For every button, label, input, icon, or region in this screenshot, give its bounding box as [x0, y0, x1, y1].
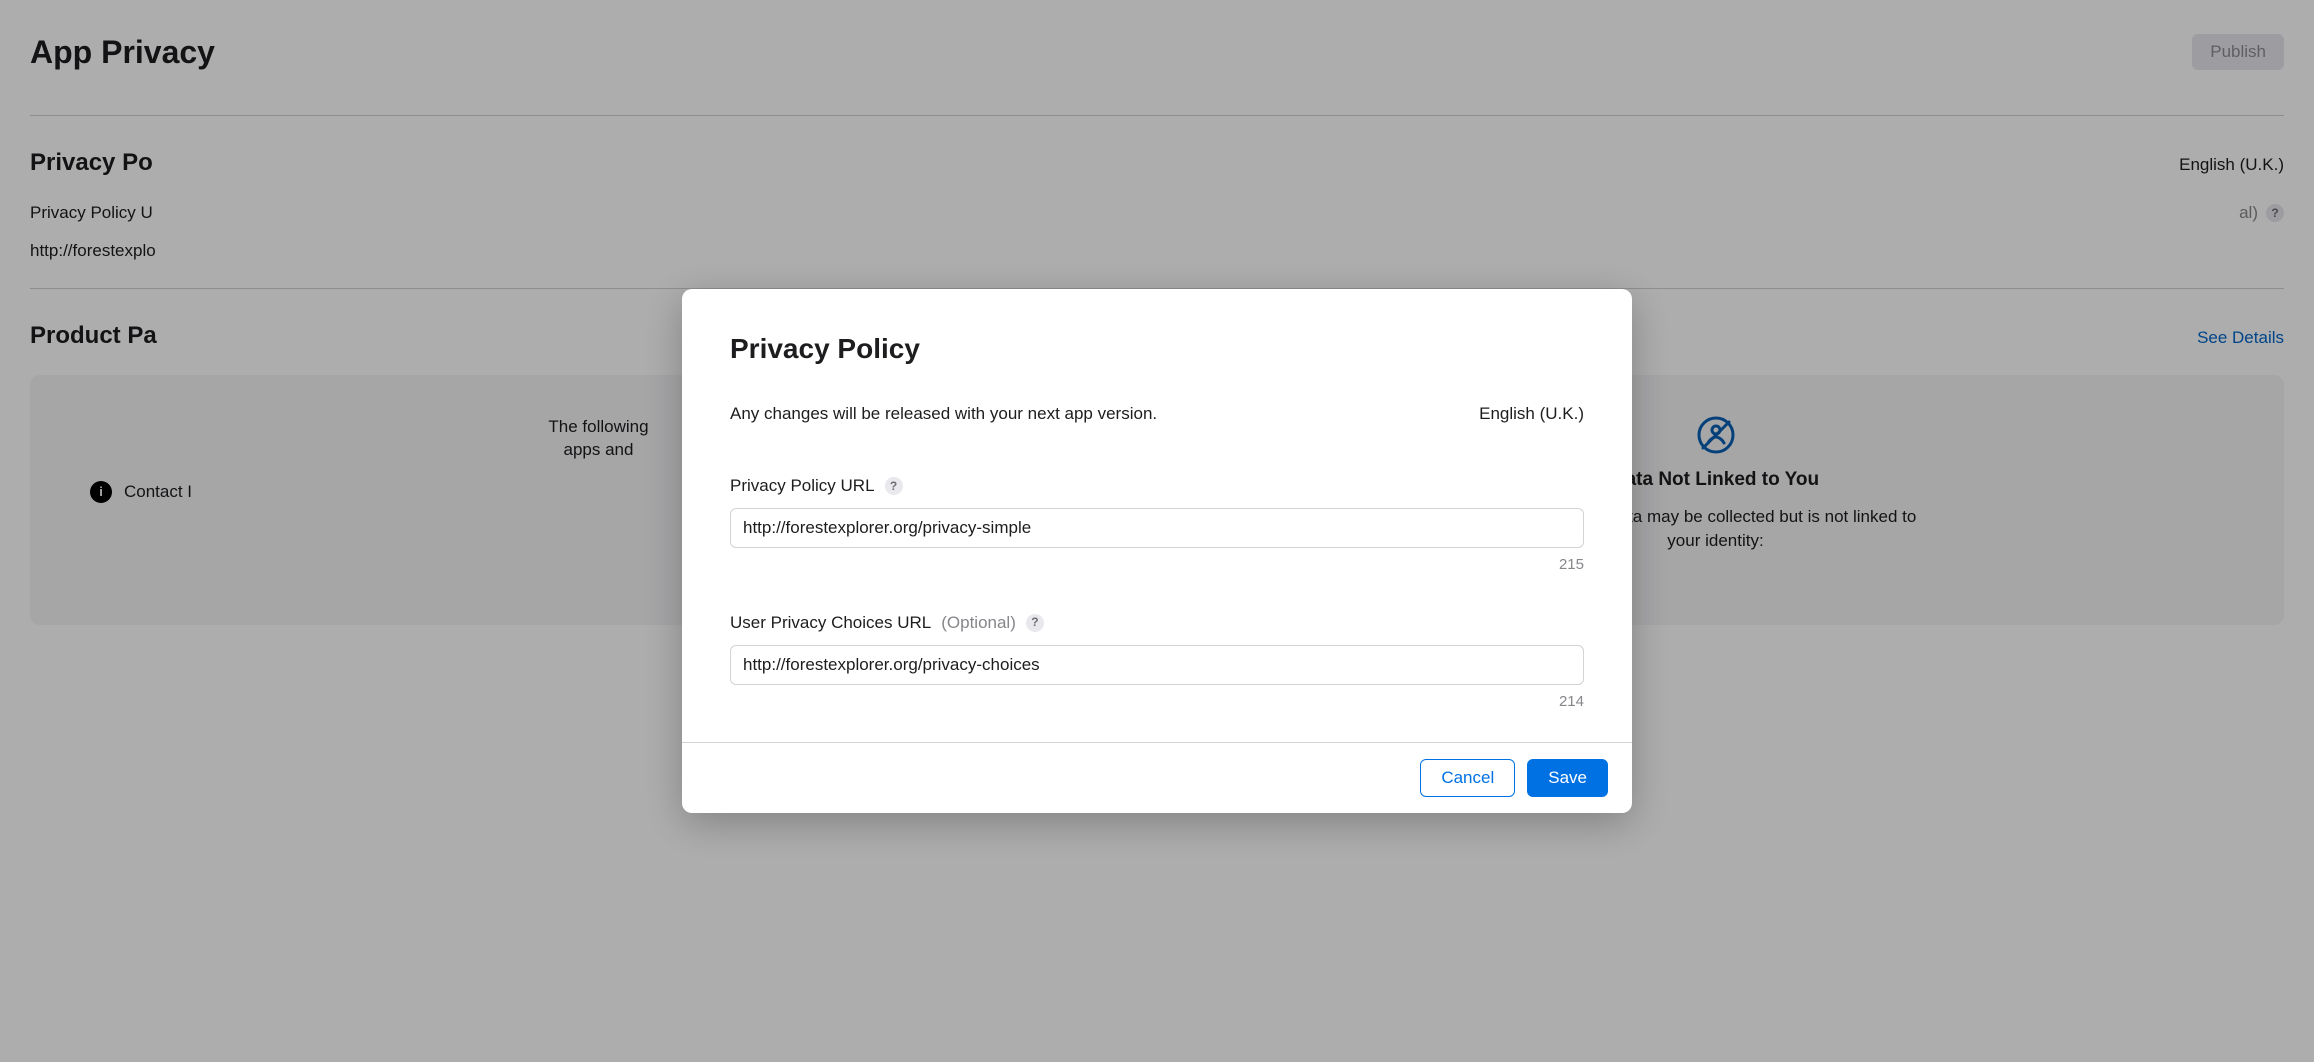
privacy-choices-url-field: User Privacy Choices URL (Optional) ? 21…: [730, 611, 1584, 712]
privacy-choices-url-input[interactable]: [730, 645, 1584, 685]
help-icon[interactable]: ?: [885, 477, 903, 495]
privacy-policy-url-field: Privacy Policy URL ? 215: [730, 474, 1584, 575]
modal-overlay[interactable]: Privacy Policy Any changes will be relea…: [0, 0, 2314, 1062]
privacy-policy-url-input[interactable]: [730, 508, 1584, 548]
privacy-policy-modal: Privacy Policy Any changes will be relea…: [682, 289, 1632, 813]
privacy-policy-url-label: Privacy Policy URL: [730, 474, 875, 498]
optional-label: (Optional): [941, 611, 1016, 635]
cancel-button[interactable]: Cancel: [1420, 759, 1515, 797]
save-button[interactable]: Save: [1527, 759, 1608, 797]
modal-locale[interactable]: English (U.K.): [1479, 402, 1584, 426]
privacy-choices-url-label: User Privacy Choices URL: [730, 611, 931, 635]
privacy-policy-url-counter: 215: [730, 554, 1584, 575]
help-icon[interactable]: ?: [1026, 614, 1044, 632]
modal-footer: Cancel Save: [682, 742, 1632, 813]
privacy-choices-url-counter: 214: [730, 691, 1584, 712]
modal-title: Privacy Policy: [730, 329, 920, 368]
modal-subtitle: Any changes will be released with your n…: [730, 402, 1157, 426]
